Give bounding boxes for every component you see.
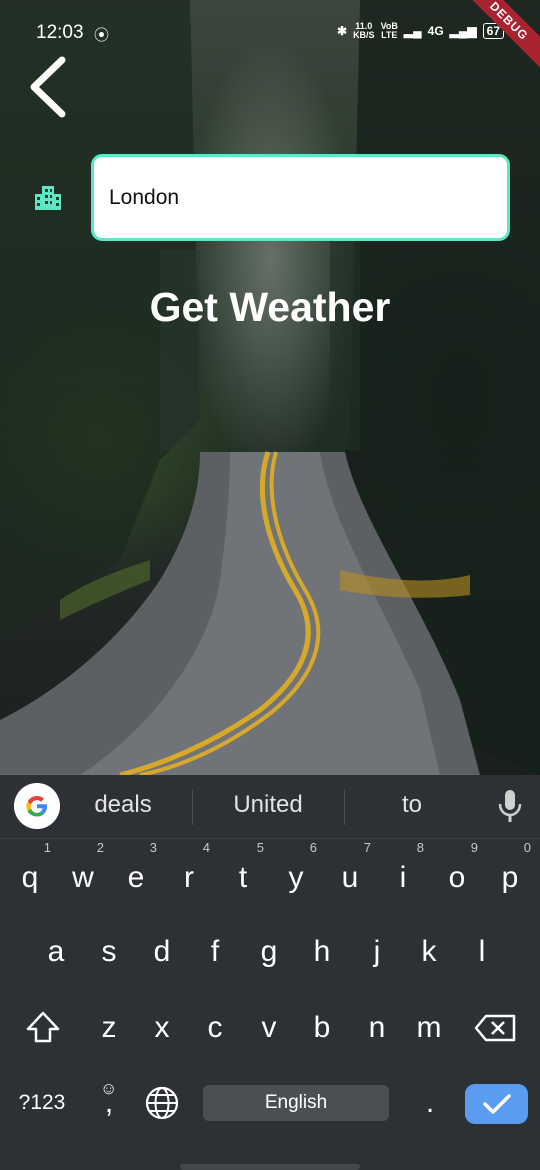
key-s[interactable]: s [82, 923, 136, 981]
status-icons: ✱ 11.0 KB/S VoB LTE ▂▄ 4G ▂▄▆ 67 [337, 22, 504, 40]
sync-icon: ⦿ [94, 27, 110, 44]
volte-bottom: LTE [381, 30, 398, 40]
checkmark-icon [483, 1094, 511, 1114]
forest-road-background [0, 0, 540, 775]
navigation-handle [180, 1164, 360, 1170]
network-speed-unit: KB/S [353, 30, 375, 40]
key-y[interactable]: y6 [269, 841, 323, 907]
suggestion-1[interactable]: deals [53, 791, 193, 819]
suggestion-2[interactable]: United [198, 791, 338, 819]
key-hint: 9 [470, 840, 478, 855]
key-hint: 1 [43, 840, 51, 855]
key-j[interactable]: j [350, 923, 404, 981]
enter-key[interactable] [465, 1084, 528, 1124]
key-label: w [72, 861, 94, 894]
symbols-key[interactable]: ?123 [15, 1074, 69, 1132]
key-o[interactable]: o9 [430, 841, 484, 907]
microphone-icon[interactable] [497, 789, 523, 823]
status-time: 12:03 [36, 22, 84, 43]
city-icon [35, 186, 61, 210]
key-e[interactable]: e3 [109, 841, 163, 907]
suggestion-3[interactable]: to [342, 791, 482, 819]
key-z[interactable]: z [82, 999, 136, 1057]
key-label: o [448, 861, 466, 894]
key-label: u [341, 861, 359, 894]
key-u[interactable]: u7 [323, 841, 377, 907]
key-l[interactable]: l [455, 923, 509, 981]
key-t[interactable]: t5 [216, 841, 270, 907]
network-speed: 11.0 KB/S [353, 22, 375, 40]
key-hint: 6 [309, 840, 317, 855]
network-type: 4G [427, 24, 444, 38]
key-hint: 8 [416, 840, 424, 855]
key-label: y [288, 861, 304, 894]
key-hint: 3 [149, 840, 157, 855]
key-d[interactable]: d [135, 923, 189, 981]
key-x[interactable]: x [135, 999, 189, 1057]
volte-indicator: VoB LTE [381, 22, 398, 40]
status-bar: 12:03 ⦿ ✱ 11.0 KB/S VoB LTE ▂▄ 4G ▂▄▆ 67 [0, 0, 540, 48]
key-r[interactable]: r4 [162, 841, 216, 907]
city-name-input[interactable] [91, 154, 510, 241]
key-f[interactable]: f [188, 923, 242, 981]
get-weather-button[interactable]: Get Weather [0, 284, 540, 331]
key-c[interactable]: c [188, 999, 242, 1057]
emoji-icon: ☺ [100, 1079, 118, 1098]
key-hint: 7 [363, 840, 371, 855]
key-v[interactable]: v [242, 999, 296, 1057]
key-hint: 4 [202, 840, 210, 855]
key-h[interactable]: h [295, 923, 349, 981]
soft-keyboard: deals United to q1 w2 e3 r4 t5 y6 u7 i8 … [0, 775, 540, 1170]
suggestion-bar: deals United to [0, 775, 540, 839]
bluetooth-icon: ✱ [337, 24, 348, 38]
key-b[interactable]: b [295, 999, 349, 1057]
comma-key[interactable]: ☺ , [82, 1074, 136, 1132]
period-key[interactable]: . [403, 1074, 457, 1132]
key-w[interactable]: w2 [56, 841, 110, 907]
signal-icon-2: ▂▄▆ [449, 24, 477, 38]
key-k[interactable]: k [402, 923, 456, 981]
key-a[interactable]: a [29, 923, 83, 981]
key-label: i [399, 861, 407, 894]
key-hint: 5 [256, 840, 264, 855]
backspace-icon[interactable] [468, 999, 522, 1057]
key-label: e [127, 861, 145, 894]
key-n[interactable]: n [350, 999, 404, 1057]
suggestion-divider [192, 789, 193, 825]
key-g[interactable]: g [242, 923, 296, 981]
signal-icon-1: ▂▄ [403, 24, 422, 38]
globe-icon[interactable] [135, 1074, 189, 1132]
key-hint: 2 [96, 840, 104, 855]
key-i[interactable]: i8 [376, 841, 430, 907]
key-label: q [21, 861, 39, 894]
key-label: r [184, 861, 194, 894]
shift-icon[interactable] [16, 999, 70, 1057]
space-bar[interactable]: English [203, 1085, 389, 1121]
back-arrow-icon[interactable] [24, 54, 74, 120]
key-label: t [238, 861, 248, 894]
key-q[interactable]: q1 [3, 841, 57, 907]
key-label: p [501, 861, 519, 894]
key-p[interactable]: p0 [483, 841, 537, 907]
key-hint: 0 [523, 840, 531, 855]
key-m[interactable]: m [402, 999, 456, 1057]
